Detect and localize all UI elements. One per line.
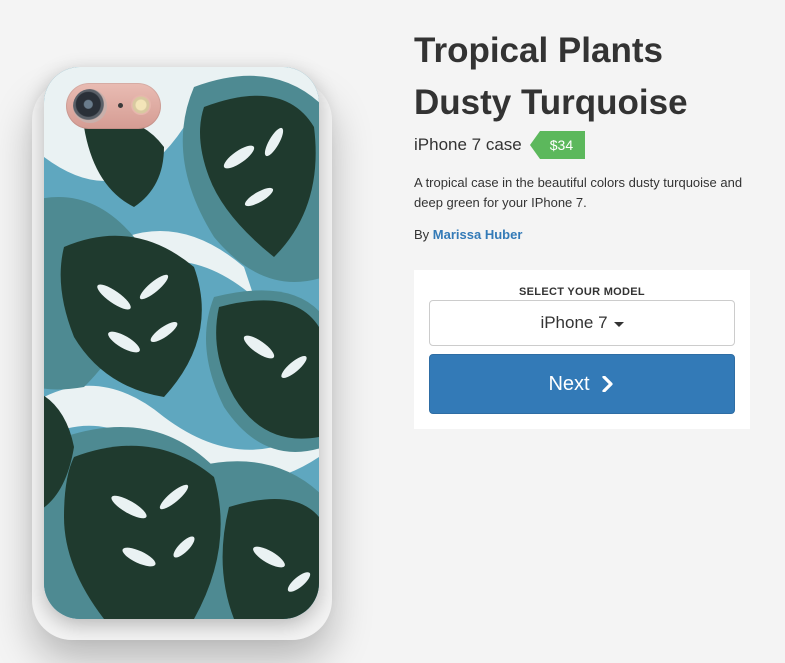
price-tag: $34 bbox=[529, 131, 586, 159]
model-selection-panel: SELECT YOUR MODEL iPhone 7 Next bbox=[414, 270, 750, 429]
product-info: Tropical Plants Dusty Turquoise iPhone 7… bbox=[414, 25, 764, 242]
chevron-right-icon bbox=[601, 376, 613, 392]
phone-case-image bbox=[44, 67, 319, 619]
product-subtitle: iPhone 7 case bbox=[414, 135, 522, 154]
selected-model: iPhone 7 bbox=[540, 313, 608, 332]
mic-icon bbox=[118, 103, 123, 108]
next-button[interactable]: Next bbox=[429, 354, 735, 414]
flash-icon bbox=[131, 95, 151, 115]
caret-down-icon bbox=[613, 321, 624, 327]
model-dropdown[interactable]: iPhone 7 bbox=[429, 300, 735, 346]
camera-lens-icon bbox=[73, 89, 107, 123]
next-button-label: Next bbox=[548, 372, 590, 395]
select-model-label: SELECT YOUR MODEL bbox=[519, 286, 645, 298]
product-title: Tropical Plants Dusty Turquoise bbox=[414, 25, 764, 129]
byline: By Marissa Huber bbox=[414, 227, 764, 242]
camera-cutout bbox=[66, 83, 161, 129]
product-image bbox=[24, 40, 354, 640]
monstera-pattern bbox=[44, 67, 319, 619]
title-line-2: Dusty Turquoise bbox=[414, 83, 688, 122]
title-line-1: Tropical Plants bbox=[414, 31, 663, 70]
product-description: A tropical case in the beautiful colors … bbox=[414, 175, 743, 210]
by-label: By bbox=[414, 227, 430, 242]
subtitle-row: iPhone 7 case $34 bbox=[414, 131, 764, 159]
author-link[interactable]: Marissa Huber bbox=[433, 227, 523, 242]
